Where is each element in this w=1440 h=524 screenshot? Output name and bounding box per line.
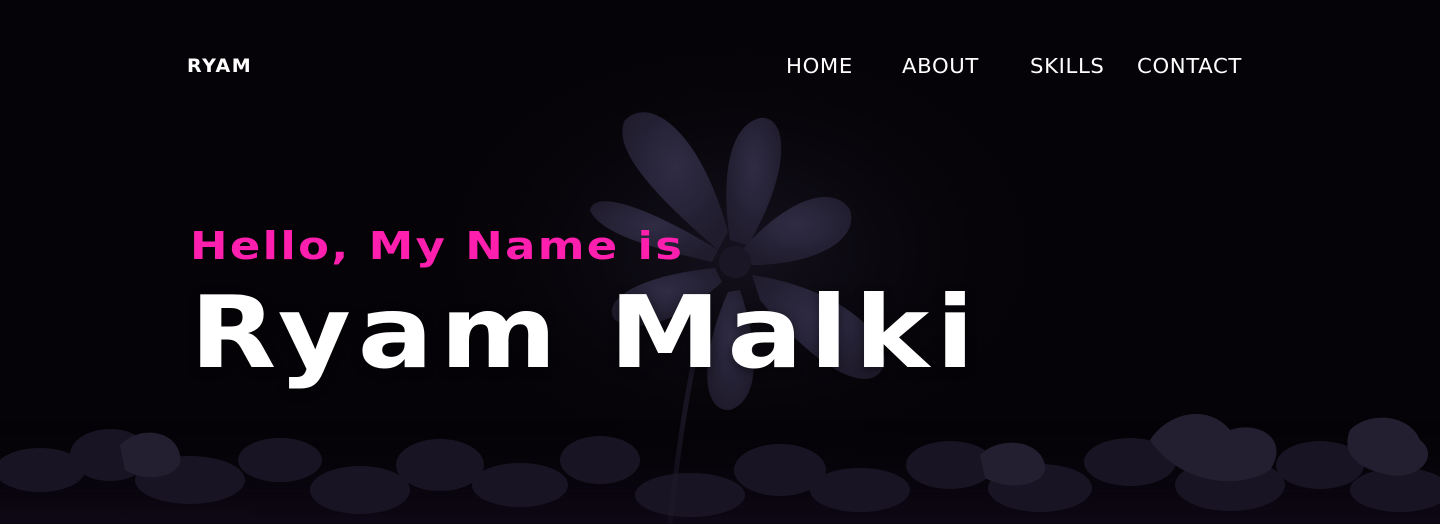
nav-link-home[interactable]: HOME [786,54,853,78]
page: RYAM HOME ABOUT SKILLS CONTACT Hello, My… [0,0,1440,524]
brand-logo[interactable]: RYAM [187,54,252,78]
hero-name: Ryam Malki [190,274,981,391]
hero-greeting: Hello, My Name is [190,224,685,268]
flower-field [0,413,1440,524]
navbar: RYAM HOME ABOUT SKILLS CONTACT [0,0,1440,130]
nav-link-contact[interactable]: CONTACT [1137,54,1242,78]
nav-link-about[interactable]: ABOUT [902,54,979,78]
nav-link-skills[interactable]: SKILLS [1030,54,1105,78]
